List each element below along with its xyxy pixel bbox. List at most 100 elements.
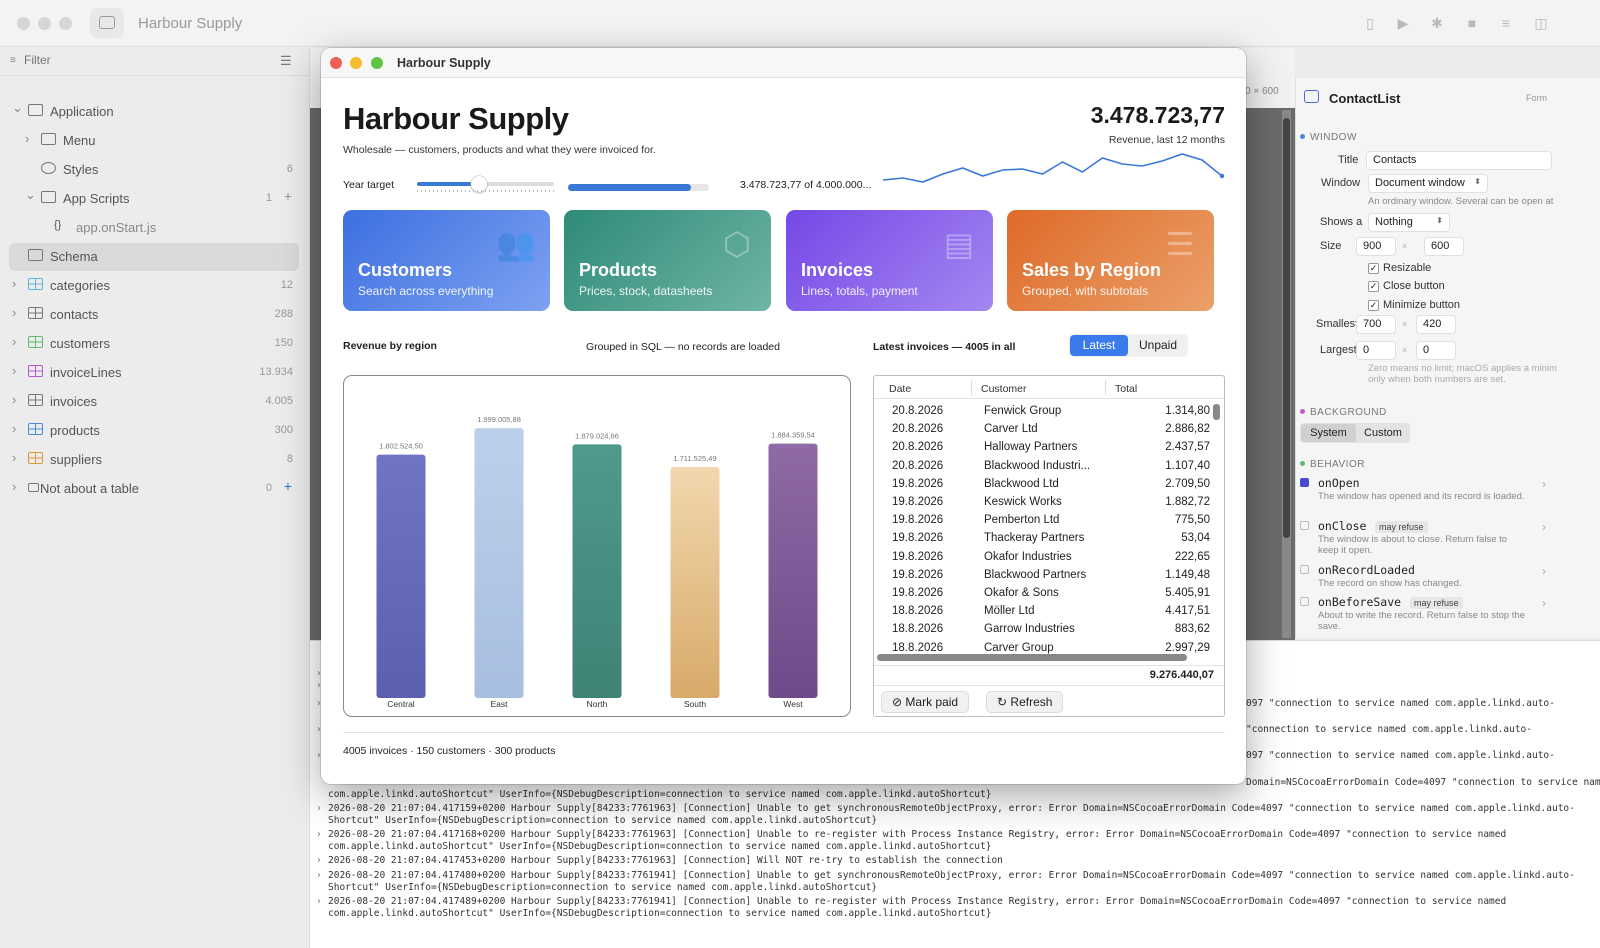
event-onBeforeSave[interactable]: onBeforeSave <box>1318 595 1401 609</box>
table-row[interactable]: 20.8.2026 Carver Ltd 2.886,82 <box>874 421 1214 439</box>
table-row[interactable]: 20.8.2026 Fenwick Group 1.314,80 <box>874 403 1214 421</box>
card-products[interactable]: ⬡ Products Prices, stock, datasheets <box>564 210 771 311</box>
card-customers[interactable]: 👥 Customers Search across everything <box>343 210 550 311</box>
mark-paid-button[interactable]: ⊘ Mark paid <box>881 691 970 713</box>
bar-east[interactable] <box>474 428 524 698</box>
sidebar-item-products[interactable]: › products 300 <box>0 417 310 445</box>
zoom-window-button[interactable] <box>59 17 72 30</box>
stop-icon[interactable]: ■ <box>1462 13 1482 33</box>
minimize-button-checkbox[interactable]: ✓ <box>1368 300 1379 311</box>
table-row[interactable]: 19.8.2026 Okafor & Sons 5.405,91 <box>874 585 1214 603</box>
disclosure-chevron-icon[interactable]: › <box>316 855 322 867</box>
document-icon[interactable]: ▯ <box>1360 13 1380 33</box>
chevron-right-icon[interactable]: › <box>12 450 16 465</box>
event-onClose[interactable]: onClose <box>1318 519 1366 533</box>
col-customer-header[interactable]: Customer <box>981 383 1027 395</box>
close-window-button[interactable] <box>17 17 30 30</box>
run-icon[interactable]: ▶ <box>1393 13 1413 33</box>
disclosure-chevron-icon[interactable]: › <box>316 829 322 841</box>
sidebar-item-application[interactable]: ⌄ Application <box>0 98 310 126</box>
chevron-right-icon[interactable]: › <box>12 305 16 320</box>
sidebar-item-customers[interactable]: › customers 150 <box>0 330 310 358</box>
table-row[interactable]: 19.8.2026 Thackeray Partners 53,04 <box>874 530 1214 548</box>
chevron-down-icon[interactable]: ⌄ <box>12 100 23 116</box>
chevron-right-icon[interactable]: › <box>12 363 16 378</box>
table-hscroll-thumb[interactable] <box>877 654 1187 661</box>
add-icon[interactable]: + <box>284 478 292 494</box>
sidebar-item-app-onstart-js[interactable]: {} app.onStart.js <box>0 214 310 242</box>
chevron-right-icon[interactable]: › <box>12 479 16 494</box>
bg-custom-option[interactable]: Custom <box>1357 424 1409 442</box>
disclosure-chevron-icon[interactable]: › <box>316 803 322 815</box>
bar-north[interactable] <box>572 444 622 698</box>
table-row[interactable]: 18.8.2026 Möller Ltd 4.417,51 <box>874 603 1214 621</box>
largest-width-field[interactable]: 0 <box>1356 341 1396 360</box>
new-window-icon[interactable] <box>90 8 124 38</box>
minimize-window-button[interactable] <box>38 17 51 30</box>
size-height-field[interactable]: 600 <box>1424 237 1464 256</box>
smallest-width-field[interactable]: 700 <box>1356 315 1396 334</box>
refresh-button[interactable]: ↻ Refresh <box>986 691 1064 713</box>
chevron-down-icon[interactable]: ⌄ <box>25 187 36 203</box>
table-row[interactable]: 19.8.2026 Okafor Industries 222,65 <box>874 549 1214 567</box>
filter-input[interactable] <box>24 53 244 67</box>
canvas-scrollbar[interactable] <box>1282 110 1291 638</box>
table-row[interactable]: 19.8.2026 Keswick Works 1.882,72 <box>874 494 1214 512</box>
latest-tab[interactable]: Latest <box>1070 335 1128 356</box>
event-onRecordLoaded[interactable]: onRecordLoaded <box>1318 563 1415 577</box>
event-onOpen[interactable]: onOpen <box>1318 476 1360 490</box>
chevron-right-icon[interactable]: › <box>1542 520 1546 534</box>
disclosure-chevron-icon[interactable]: › <box>316 870 322 882</box>
table-row[interactable]: 20.8.2026 Blackwood Industri... 1.107,40 <box>874 458 1214 476</box>
sidebar-item-styles[interactable]: Styles 6 <box>0 156 310 184</box>
chevron-right-icon[interactable]: › <box>1542 564 1546 578</box>
chevron-right-icon[interactable]: › <box>1542 596 1546 610</box>
table-row[interactable]: 18.8.2026 Garrow Industries 883,62 <box>874 621 1214 639</box>
bar-central[interactable] <box>376 454 426 698</box>
unpaid-tab[interactable]: Unpaid <box>1129 335 1187 356</box>
bg-system-option[interactable]: System <box>1301 424 1356 442</box>
sidebar-item-not-about-a-table[interactable]: › Not about a table 0 + <box>0 475 310 503</box>
close-button[interactable] <box>330 57 342 69</box>
bar-south[interactable] <box>670 466 720 698</box>
add-icon[interactable]: + <box>284 188 292 204</box>
disclosure-chevron-icon[interactable]: › <box>316 896 322 908</box>
year-target-slider[interactable] <box>417 176 554 193</box>
title-field[interactable]: Contacts <box>1366 151 1552 170</box>
chevron-right-icon[interactable]: › <box>12 421 16 436</box>
smallest-height-field[interactable]: 420 <box>1416 315 1456 334</box>
largest-height-field[interactable]: 0 <box>1416 341 1456 360</box>
sidebar-item-schema[interactable]: Schema <box>9 243 299 271</box>
sort-options-icon[interactable]: ☰ <box>280 53 292 69</box>
window-section-header[interactable]: WINDOW <box>1310 132 1357 143</box>
sidebar-item-categories[interactable]: › categories 12 <box>0 272 310 300</box>
table-row[interactable]: 19.8.2026 Blackwood Partners 1.149,48 <box>874 567 1214 585</box>
col-total-header[interactable]: Total <box>1115 383 1137 395</box>
sidebar-item-suppliers[interactable]: › suppliers 8 <box>0 446 310 474</box>
table-row[interactable]: 19.8.2026 Blackwood Ltd 2.709,50 <box>874 476 1214 494</box>
close-button-checkbox[interactable]: ✓ <box>1368 281 1379 292</box>
list-icon[interactable]: ≡ <box>1496 13 1516 33</box>
sidebar-item-app-scripts[interactable]: ⌄ App Scripts 1 + <box>0 185 310 213</box>
sidebar-item-contacts[interactable]: › contacts 288 <box>0 301 310 329</box>
sidebar-item-menu[interactable]: › Menu <box>0 127 310 155</box>
minimize-button[interactable] <box>350 57 362 69</box>
col-date-header[interactable]: Date <box>889 383 911 395</box>
table-row[interactable]: 19.8.2026 Pemberton Ltd 775,50 <box>874 512 1214 530</box>
window-type-select[interactable]: Document window ⬍ <box>1368 174 1488 193</box>
card-invoices[interactable]: ▤ Invoices Lines, totals, payment <box>786 210 993 311</box>
chevron-right-icon[interactable]: › <box>1542 477 1546 491</box>
chevron-right-icon[interactable]: › <box>12 392 16 407</box>
sidebar-item-invoices[interactable]: › invoices 4.005 <box>0 388 310 416</box>
background-section-header[interactable]: BACKGROUND <box>1310 407 1387 418</box>
resizable-checkbox[interactable]: ✓ <box>1368 263 1379 274</box>
chevron-right-icon[interactable]: › <box>12 276 16 291</box>
behavior-section-header[interactable]: BEHAVIOR <box>1310 459 1365 470</box>
zoom-button[interactable] <box>371 57 383 69</box>
size-width-field[interactable]: 900 <box>1356 237 1396 256</box>
table-vscroll-thumb[interactable] <box>1213 404 1220 420</box>
sidebar-toggle-icon[interactable]: ◫ <box>1531 13 1551 33</box>
shows-select[interactable]: Nothing ⬍ <box>1368 213 1450 232</box>
table-row[interactable]: 20.8.2026 Halloway Partners 2.437,57 <box>874 439 1214 457</box>
sidebar-item-invoicelines[interactable]: › invoiceLines 13.934 <box>0 359 310 387</box>
